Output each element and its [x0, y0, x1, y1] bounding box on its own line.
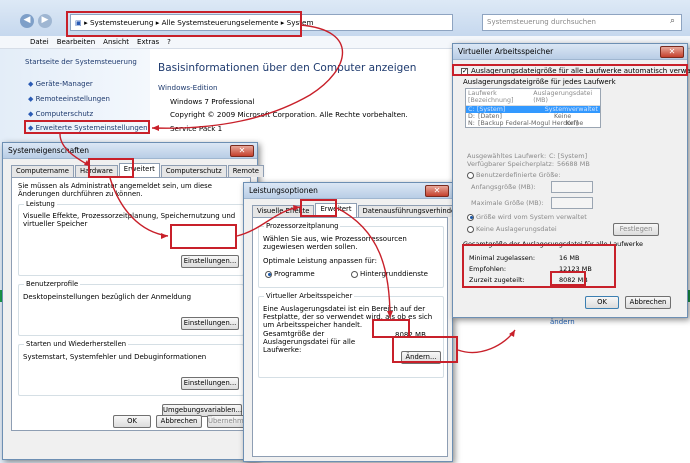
arrow-address-to-sidebar: [151, 24, 343, 129]
arrow-change-to-vmem: [457, 329, 516, 354]
arrow-settings-to-perftab: [236, 206, 301, 237]
arrow-tab-to-settings: [109, 177, 169, 237]
arrowhead: [161, 233, 168, 239]
arrowhead: [152, 125, 159, 131]
annotation-arrows: [59, 24, 516, 354]
arrow-perftab-to-total: [336, 207, 391, 319]
arrow-sidebar-to-tab: [59, 133, 91, 167]
arrowhead: [387, 311, 393, 318]
arrowhead: [293, 205, 300, 211]
